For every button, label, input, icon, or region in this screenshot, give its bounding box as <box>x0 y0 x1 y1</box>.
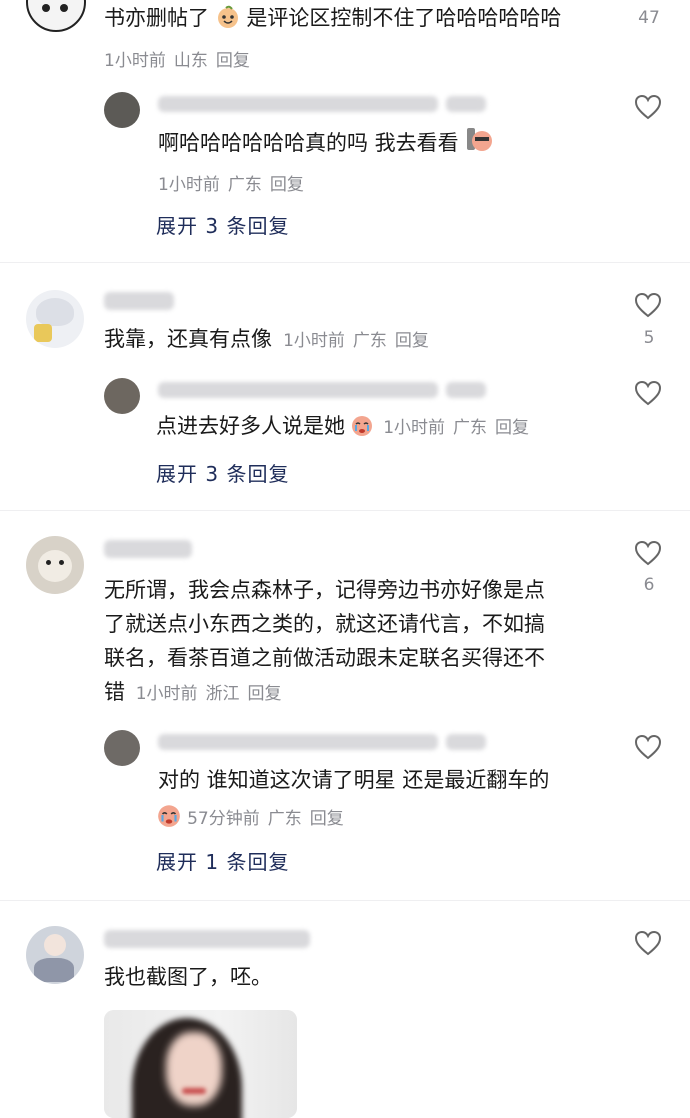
comment-text-part: 是评论区控制不住了哈哈哈哈哈哈 <box>246 6 562 30</box>
heart-outline-icon <box>634 380 662 406</box>
comment-text: 我也截图了，呸。 <box>104 965 272 989</box>
peach-emoji-icon <box>216 5 240 39</box>
comment-line: 无所谓，我会点森林子，记得旁边书亦好像是点 <box>104 578 545 602</box>
comment-text: 我靠，还真有点像 <box>104 327 272 351</box>
reply-meta: 1小时前 广东 回复 <box>383 418 537 438</box>
expand-replies-button[interactable]: 展开 3 条回复 <box>156 210 289 239</box>
divider <box>0 510 690 511</box>
reply-button[interactable]: 回复 <box>216 51 250 71</box>
comment-meta: 1小时前 山东 回复 <box>104 46 258 71</box>
location: 广东 <box>453 418 488 438</box>
reply-button[interactable]: 回复 <box>270 175 304 195</box>
heart-outline-icon <box>634 292 662 318</box>
like-button[interactable] <box>634 734 662 764</box>
reply-meta: 57分钟前 广东 回复 <box>187 809 352 829</box>
peach-emoji-icon <box>465 126 493 164</box>
like-button[interactable] <box>634 94 662 124</box>
avatar[interactable] <box>104 730 140 766</box>
like-count: 5 <box>643 328 655 348</box>
like-button[interactable] <box>634 380 662 410</box>
username-blurred <box>158 382 438 398</box>
author-badge-blurred <box>446 734 486 750</box>
divider <box>0 262 690 263</box>
timestamp: 57分钟前 <box>187 809 260 829</box>
heart-outline-icon <box>634 540 662 566</box>
username-blurred <box>158 734 438 750</box>
timestamp: 1小时前 <box>283 331 345 351</box>
reply-button[interactable]: 回复 <box>395 331 429 351</box>
attached-image[interactable] <box>104 1010 297 1118</box>
comment-line: 了就送点小东西之类的，就这还请代言，不如搞 <box>104 612 545 636</box>
comment-text: 无所谓，我会点森林子，记得旁边书亦好像是点 了就送点小东西之类的，就这还请代言，… <box>104 573 604 711</box>
heart-outline-icon <box>634 930 662 956</box>
divider <box>0 900 690 901</box>
timestamp: 1小时前 <box>135 684 198 704</box>
location: 广东 <box>267 809 302 829</box>
username-blurred <box>104 540 192 558</box>
comment-line: 联名，看茶百道之前做活动跟未定联名买得还不 <box>104 646 545 670</box>
crying-emoji-icon <box>156 802 182 832</box>
comment-meta: 1小时前 广东 回复 <box>283 331 437 351</box>
reply-line: 点进去好多人说是她 1小时前 广东 回复 <box>156 410 537 443</box>
reply-button[interactable]: 回复 <box>495 418 529 438</box>
location: 广东 <box>352 331 387 351</box>
timestamp: 1小时前 <box>158 175 220 195</box>
like-count: 47 <box>638 8 660 28</box>
comment-line-last: 错 1小时前 浙江 回复 <box>104 675 604 711</box>
like-button[interactable] <box>634 540 662 570</box>
reply-button[interactable]: 回复 <box>248 684 282 704</box>
reply-text: 对的 谁知道这次请了明星 还是最近翻车的 <box>158 768 550 792</box>
avatar[interactable] <box>26 926 84 984</box>
reply-text: 啊哈哈哈哈哈哈真的吗 我去看看 <box>158 126 493 164</box>
expand-replies-button[interactable]: 展开 3 条回复 <box>156 458 289 487</box>
comment-line: 错 <box>104 680 125 704</box>
username-blurred <box>104 292 174 310</box>
location: 浙江 <box>205 684 240 704</box>
timestamp: 1小时前 <box>383 418 446 438</box>
timestamp: 1小时前 <box>104 51 166 71</box>
avatar[interactable] <box>26 536 84 594</box>
heart-outline-icon <box>634 94 662 120</box>
comment-line: 我靠，还真有点像 1小时前 广东 回复 <box>104 323 437 356</box>
username-blurred <box>104 930 310 948</box>
reply-meta: 1小时前 广东 回复 <box>158 170 312 195</box>
comment-text: 书亦删帖了 是评论区控制不住了哈哈哈哈哈哈 <box>104 2 624 39</box>
author-badge-blurred <box>446 96 486 112</box>
username-blurred <box>158 96 438 112</box>
like-button[interactable] <box>634 292 662 322</box>
avatar[interactable] <box>26 0 86 32</box>
crying-emoji-icon <box>350 413 374 441</box>
reply-text-part: 啊哈哈哈哈哈哈真的吗 我去看看 <box>158 131 459 155</box>
location: 广东 <box>227 175 262 195</box>
comment-meta: 1小时前 浙江 回复 <box>136 684 290 704</box>
avatar[interactable] <box>26 290 84 348</box>
heart-outline-icon <box>634 734 662 760</box>
author-badge-blurred <box>446 382 486 398</box>
location: 山东 <box>173 51 208 71</box>
reply-meta-line: 57分钟前 广东 回复 <box>156 802 352 832</box>
comment-text-part: 书亦删帖了 <box>104 6 209 30</box>
reply-button[interactable]: 回复 <box>310 809 344 829</box>
like-button[interactable] <box>634 930 662 960</box>
like-count: 6 <box>643 575 655 595</box>
avatar[interactable] <box>104 92 140 128</box>
reply-text: 点进去好多人说是她 <box>156 414 345 438</box>
avatar[interactable] <box>104 378 140 414</box>
expand-replies-button[interactable]: 展开 1 条回复 <box>156 846 289 875</box>
